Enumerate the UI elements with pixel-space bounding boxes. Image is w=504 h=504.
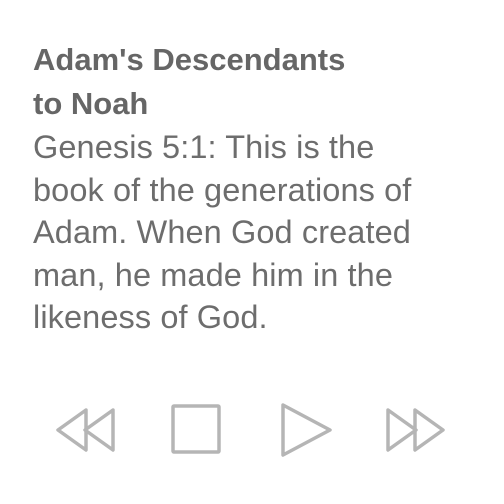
playback-controls	[0, 398, 504, 462]
passage-content: Adam's Descendants to Noah Genesis 5:1: …	[33, 38, 483, 339]
rewind-button[interactable]	[53, 398, 117, 462]
passage-title-line-2: to Noah	[33, 86, 149, 121]
verse-line: man, he made him in the	[33, 256, 393, 293]
passage-title-line-1: Adam's Descendants	[33, 42, 346, 77]
passage-title: Adam's Descendants to Noah	[33, 38, 483, 126]
stop-icon	[171, 404, 221, 454]
rewind-icon	[56, 408, 115, 452]
play-icon	[281, 403, 332, 457]
play-button[interactable]	[273, 398, 337, 462]
verse-line: Adam. When God created	[33, 214, 411, 250]
verse-line: likeness of God.	[33, 299, 268, 335]
fast-forward-button[interactable]	[384, 398, 448, 462]
verse-line: Genesis 5:1: This is the	[33, 129, 375, 165]
stop-button[interactable]	[164, 398, 228, 462]
fast-forward-icon	[386, 408, 445, 452]
verse-text: Genesis 5:1: This is the book of the gen…	[33, 126, 483, 339]
verse-line: book of the generations of	[33, 171, 412, 208]
